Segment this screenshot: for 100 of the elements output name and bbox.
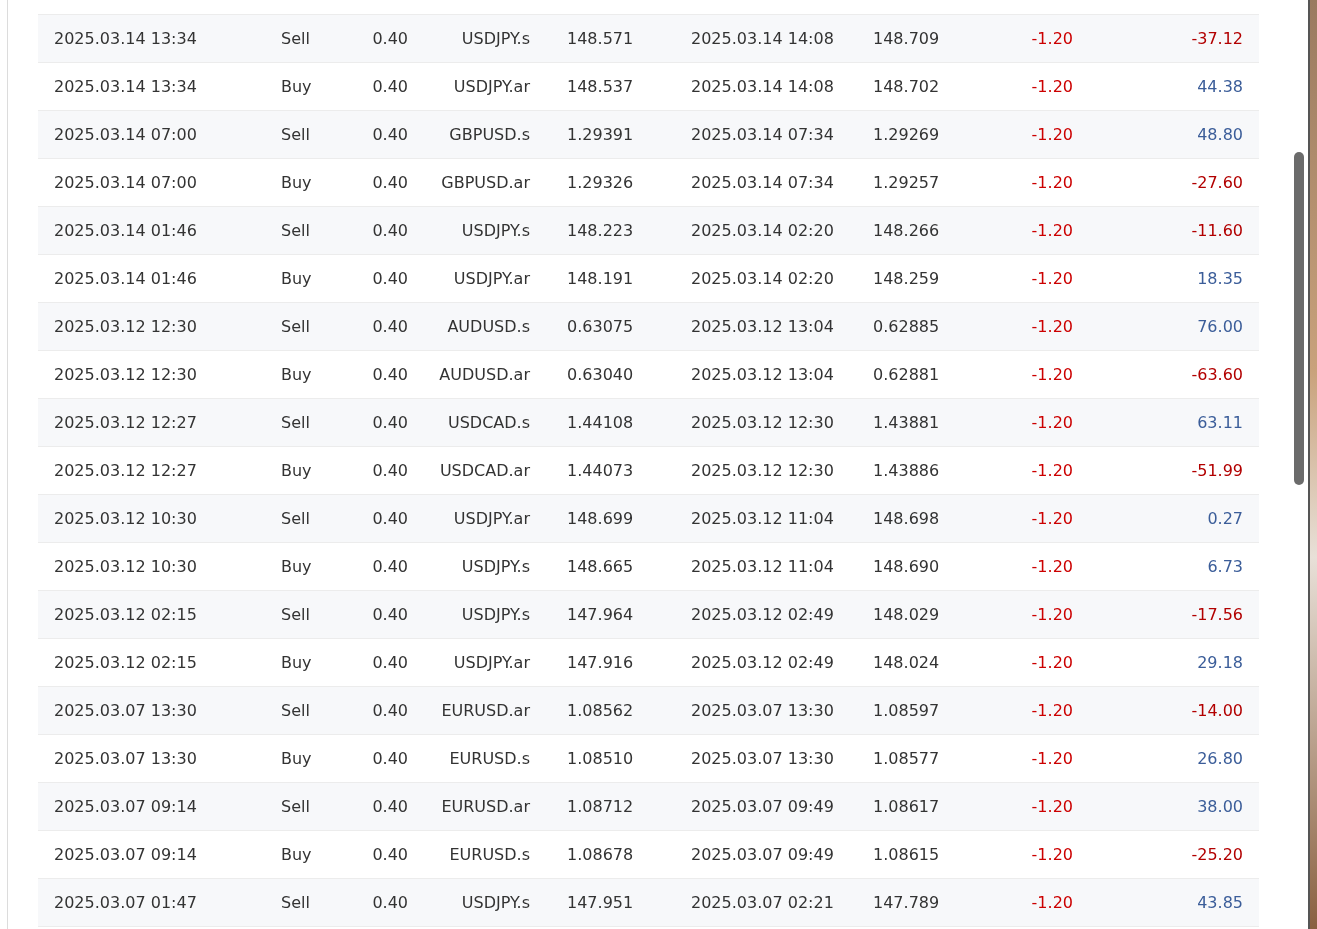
volume-cell-text: 0.40: [372, 747, 408, 770]
profit-cell-text: 38.00: [1197, 795, 1243, 818]
trade-type-cell-text: Sell: [281, 507, 310, 530]
profit-cell-text: -25.20: [1191, 843, 1243, 866]
trade-type-cell-text: Sell: [281, 123, 310, 146]
profit-cell-text: 76.00: [1197, 315, 1243, 338]
close-price-cell-text: 1.08617: [873, 795, 940, 818]
open-time-cell-text: 2025.03.14 13:34: [54, 75, 197, 98]
volume-cell-text: 0.40: [372, 507, 408, 530]
profit-cell-text: 48.80: [1197, 123, 1243, 146]
open-price-cell-text: 1.08562: [567, 699, 634, 722]
close-time-cell-text: 2025.03.07 02:21: [691, 891, 834, 914]
symbol-cell-text: USDJPY.s: [461, 891, 530, 914]
symbol-cell-text: GBPUSD.s: [449, 123, 530, 146]
close-price-cell-text: 148.690: [873, 555, 940, 578]
commission-cell-text: -1.20: [1031, 27, 1073, 50]
profit-cell-text: 44.38: [1197, 75, 1243, 98]
trade-type-cell-text: Sell: [281, 411, 310, 434]
close-price-cell-text: 148.029: [873, 603, 940, 626]
commission-cell-text: -1.20: [1031, 891, 1073, 914]
profit-cell-text: 26.80: [1197, 747, 1243, 770]
volume-cell-text: 0.40: [372, 267, 408, 290]
open-time-cell-text: 2025.03.12 02:15: [54, 651, 197, 674]
scrollbar-thumb[interactable]: [1294, 152, 1304, 485]
trade-type-cell-text: Sell: [281, 315, 310, 338]
close-price-cell-text: 148.698: [873, 507, 940, 530]
open-price-cell-text: 148.223: [567, 219, 634, 242]
commission-cell-text: -1.20: [1031, 219, 1073, 242]
close-price-cell-text: 148.024: [873, 651, 940, 674]
volume-cell-text: 0.40: [372, 363, 408, 386]
close-price-cell-text: 148.266: [873, 219, 940, 242]
close-time-cell-text: 2025.03.07 13:30: [691, 699, 834, 722]
close-time-cell-text: 2025.03.12 02:49: [691, 651, 834, 674]
trade-type-cell-text: Buy: [281, 843, 312, 866]
commission-cell-text: -1.20: [1031, 699, 1073, 722]
open-time-cell-text: 2025.03.14 01:46: [54, 219, 197, 242]
open-time-cell-text: 2025.03.12 12:30: [54, 363, 197, 386]
symbol-cell-text: USDCAD.s: [447, 411, 530, 434]
profit-cell-text: 29.18: [1197, 651, 1243, 674]
profit-cell-text: 43.85: [1197, 891, 1243, 914]
trade-type-cell-text: Buy: [281, 75, 312, 98]
trade-type-cell-text: Sell: [281, 699, 310, 722]
symbol-cell-text: USDCAD.ar: [439, 459, 530, 482]
close-price-cell-text: 0.62885: [873, 315, 940, 338]
close-time-cell-text: 2025.03.07 13:30: [691, 747, 834, 770]
volume-cell-text: 0.40: [372, 411, 408, 434]
open-price-cell-text: 1.08712: [567, 795, 634, 818]
profit-cell-text: -14.00: [1191, 699, 1243, 722]
open-time-cell-text: 2025.03.12 10:30: [54, 555, 197, 578]
close-price-cell-text: 147.789: [873, 891, 940, 914]
open-time-cell-text: 2025.03.12 02:15: [54, 603, 197, 626]
volume-cell-text: 0.40: [372, 171, 408, 194]
trade-type-cell-text: Sell: [281, 219, 310, 242]
open-price-cell-text: 148.537: [567, 75, 634, 98]
open-price-cell-text: 1.29391: [567, 123, 634, 146]
open-time-cell-text: 2025.03.07 09:14: [54, 795, 197, 818]
open-time-cell-text: 2025.03.12 12:27: [54, 411, 197, 434]
commission-cell-text: -1.20: [1031, 411, 1073, 434]
trade-type-cell-text: Buy: [281, 171, 312, 194]
volume-cell-text: 0.40: [372, 27, 408, 50]
close-price-cell-text: 1.29269: [873, 123, 940, 146]
profit-cell-text: -27.60: [1191, 171, 1243, 194]
close-time-cell-text: 2025.03.12 13:04: [691, 363, 834, 386]
close-time-cell-text: 2025.03.14 02:20: [691, 219, 834, 242]
open-price-cell-text: 147.964: [567, 603, 634, 626]
close-time-cell-text: 2025.03.12 12:30: [691, 459, 834, 482]
close-price-cell-text: 0.62881: [873, 363, 940, 386]
profit-cell-text: -63.60: [1191, 363, 1243, 386]
open-time-cell-text: 2025.03.07 09:14: [54, 843, 197, 866]
open-price-cell-text: 1.29326: [567, 171, 634, 194]
volume-cell-text: 0.40: [372, 795, 408, 818]
commission-cell-text: -1.20: [1031, 555, 1073, 578]
close-time-cell-text: 2025.03.12 02:49: [691, 603, 834, 626]
volume-cell-text: 0.40: [372, 123, 408, 146]
volume-cell-text: 0.40: [372, 555, 408, 578]
trade-type-cell-text: Buy: [281, 363, 312, 386]
open-time-cell-text: 2025.03.14 01:46: [54, 267, 197, 290]
close-time-cell-text: 2025.03.14 07:34: [691, 171, 834, 194]
commission-cell-text: -1.20: [1031, 123, 1073, 146]
close-price-cell-text: 1.08577: [873, 747, 940, 770]
open-price-cell-text: 1.08678: [567, 843, 634, 866]
close-time-cell-text: 2025.03.12 12:30: [691, 411, 834, 434]
commission-cell-text: -1.20: [1031, 315, 1073, 338]
close-time-cell-text: 2025.03.12 11:04: [691, 507, 834, 530]
open-price-cell-text: 147.916: [567, 651, 634, 674]
open-time-cell-text: 2025.03.14 13:34: [54, 27, 197, 50]
profit-cell-text: -37.12: [1191, 27, 1243, 50]
commission-cell-text: -1.20: [1031, 507, 1073, 530]
volume-cell-text: 0.40: [372, 891, 408, 914]
close-price-cell-text: 1.43881: [873, 411, 940, 434]
open-time-cell-text: 2025.03.12 10:30: [54, 507, 197, 530]
open-price-cell-text: 0.63040: [567, 363, 634, 386]
symbol-cell-text: USDJPY.ar: [453, 507, 530, 530]
profit-cell-text: 6.73: [1207, 555, 1243, 578]
symbol-cell-text: EURUSD.s: [449, 747, 530, 770]
close-price-cell-text: 1.08615: [873, 843, 940, 866]
volume-cell-text: 0.40: [372, 75, 408, 98]
symbol-cell-text: USDJPY.s: [461, 27, 530, 50]
trade-type-cell-text: Sell: [281, 27, 310, 50]
volume-cell-text: 0.40: [372, 459, 408, 482]
